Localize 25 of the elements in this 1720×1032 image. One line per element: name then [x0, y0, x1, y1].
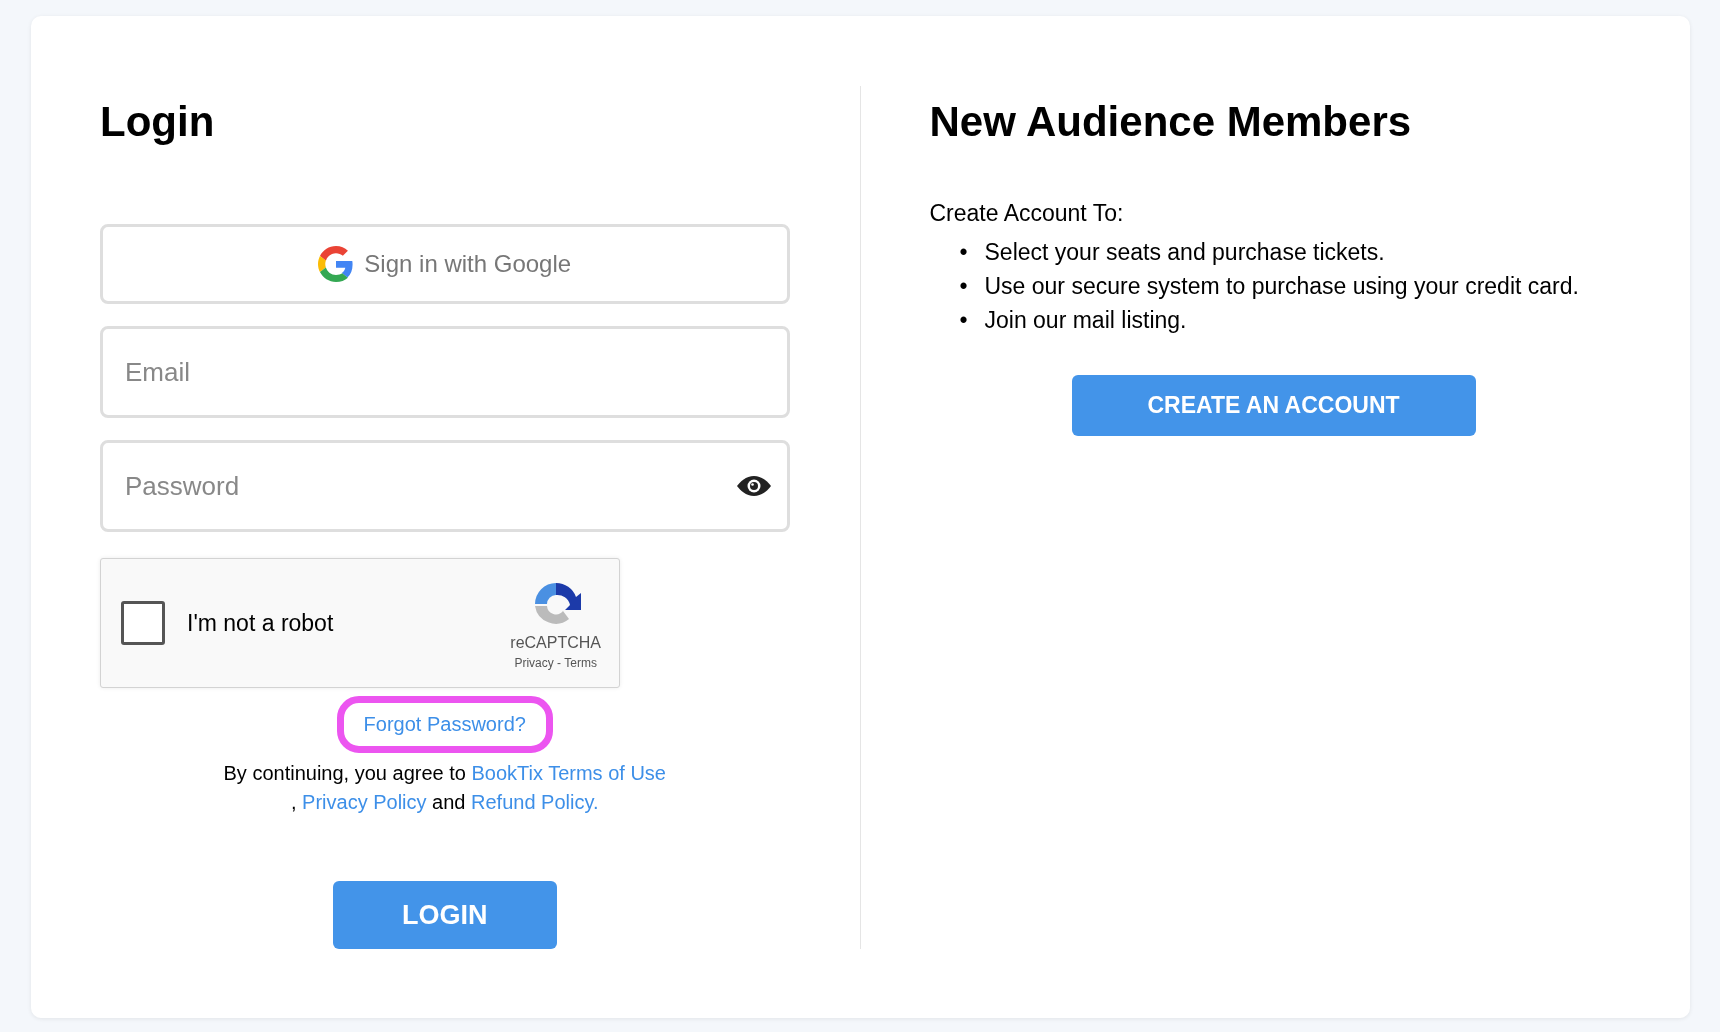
show-password-icon[interactable]: [735, 474, 772, 498]
recaptcha-brand: reCAPTCHA: [510, 634, 601, 652]
login-button[interactable]: LOGIN: [332, 881, 557, 949]
email-field[interactable]: Email: [100, 326, 790, 418]
captcha-checkbox[interactable]: [121, 601, 165, 645]
terms-notice: By continuing, you agree to BookTix Terms of Use , Privacy Policy and Refund Policy.: [223, 761, 666, 815]
create-account-button[interactable]: CREATE AN ACCOUNT: [1071, 375, 1476, 436]
login-heading: Login: [100, 97, 216, 147]
recaptcha-links: Privacy - Terms: [514, 656, 597, 670]
google-logo-icon: [318, 246, 355, 282]
captcha-label: I'm not a robot: [187, 609, 335, 637]
bullet-marker: •: [959, 306, 969, 335]
google-sign-in-button[interactable]: Sign in with Google: [100, 224, 790, 304]
benefit-item: Select your seats and purchase tickets.: [984, 238, 1386, 267]
policy-link[interactable]: BookTix Terms of Use: [471, 762, 666, 784]
bullet-marker: •: [959, 272, 969, 301]
benefit-item: Use our secure system to purchase using your credit card.: [984, 272, 1580, 301]
password-field[interactable]: Password: [100, 440, 790, 532]
forgot-password-link[interactable]: Forgot Password?: [336, 696, 553, 753]
bullet-marker: •: [959, 238, 969, 267]
policy-link[interactable]: Privacy Policy: [302, 791, 427, 813]
new-members-heading: New Audience Members: [929, 97, 1413, 147]
policy-link[interactable]: Refund Policy.: [471, 791, 599, 813]
create-account-intro: Create Account To:: [929, 200, 1125, 227]
benefit-item: Join our mail listing.: [984, 306, 1188, 335]
